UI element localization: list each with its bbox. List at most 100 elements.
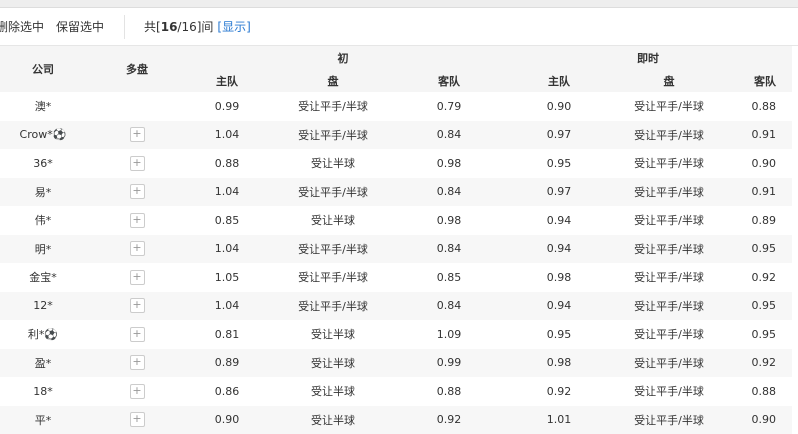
multi-cell: + (92, 149, 182, 178)
live-away-odds: 0.89 (724, 206, 792, 235)
live-line: 受让平手/半球 (614, 149, 724, 178)
initial-home-odds: 1.04 (182, 178, 272, 207)
table-row: 36*+0.88受让半球0.980.95受让平手/半球0.90 (0, 149, 792, 178)
header-live: 即时 (504, 46, 792, 69)
table-row: 金宝*+1.05受让平手/半球0.850.98受让平手/半球0.92 (0, 263, 792, 292)
multi-cell: + (92, 292, 182, 321)
live-line: 受让平手/半球 (614, 320, 724, 349)
delete-selected-button[interactable]: 删除选中 (0, 18, 44, 35)
live-line: 受让平手/半球 (614, 406, 724, 434)
initial-away-odds: 0.88 (394, 377, 504, 406)
multi-cell: + (92, 377, 182, 406)
live-line: 受让平手/半球 (614, 178, 724, 207)
table-row: 盈*+0.89受让半球0.990.98受让平手/半球0.92 (0, 349, 792, 378)
company-cell: 易* (0, 178, 92, 207)
initial-line: 受让平手/半球 (272, 178, 394, 207)
expand-plus-icon[interactable]: + (130, 184, 145, 199)
show-link[interactable]: [显示] (217, 18, 250, 35)
live-away-odds: 0.95 (724, 235, 792, 264)
live-away-odds: 0.88 (724, 377, 792, 406)
expand-plus-icon[interactable]: + (130, 412, 145, 427)
initial-home-odds: 1.04 (182, 235, 272, 264)
company-cell: 利*⚽ (0, 320, 92, 349)
header-initial: 初 (182, 46, 504, 69)
initial-home-odds: 0.86 (182, 377, 272, 406)
multi-cell: + (92, 349, 182, 378)
live-line: 受让平手/半球 (614, 292, 724, 321)
initial-line: 受让半球 (272, 206, 394, 235)
expand-plus-icon[interactable]: + (130, 241, 145, 256)
top-bar (0, 0, 798, 8)
expand-plus-icon[interactable]: + (130, 355, 145, 370)
initial-away-odds: 1.09 (394, 320, 504, 349)
initial-home-odds: 1.05 (182, 263, 272, 292)
live-home-odds: 0.94 (504, 292, 614, 321)
expand-plus-icon[interactable]: + (130, 327, 145, 342)
live-home-odds: 0.90 (504, 92, 614, 121)
header-company: 公司 (0, 46, 92, 92)
company-cell: 18* (0, 377, 92, 406)
company-cell: 伟* (0, 206, 92, 235)
live-line: 受让平手/半球 (614, 235, 724, 264)
initial-line: 受让半球 (272, 349, 394, 378)
company-cell: 12* (0, 292, 92, 321)
initial-home-odds: 0.99 (182, 92, 272, 121)
expand-plus-icon[interactable]: + (130, 156, 145, 171)
initial-away-odds: 0.98 (394, 149, 504, 178)
live-home-odds: 0.97 (504, 121, 614, 150)
expand-plus-icon[interactable]: + (130, 213, 145, 228)
company-cell: 36* (0, 149, 92, 178)
multi-cell: + (92, 235, 182, 264)
initial-line: 受让平手/半球 (272, 121, 394, 150)
live-line: 受让平手/半球 (614, 377, 724, 406)
initial-line: 受让平手/半球 (272, 92, 394, 121)
live-away-odds: 0.90 (724, 406, 792, 434)
live-away-odds: 0.95 (724, 292, 792, 321)
table-row: 利*⚽+0.81受让半球1.090.95受让平手/半球0.95 (0, 320, 792, 349)
initial-home-odds: 0.81 (182, 320, 272, 349)
initial-away-odds: 0.99 (394, 349, 504, 378)
live-away-odds: 0.92 (724, 349, 792, 378)
live-line: 受让平手/半球 (614, 206, 724, 235)
table-row: 伟*+0.85受让半球0.980.94受让平手/半球0.89 (0, 206, 792, 235)
divider (124, 15, 125, 39)
initial-line: 受让半球 (272, 320, 394, 349)
count-shown: 16 (161, 20, 178, 34)
company-count: 共[16/16]间 (144, 18, 213, 35)
multi-cell (92, 92, 182, 121)
live-home-odds: 0.94 (504, 235, 614, 264)
expand-plus-icon[interactable]: + (130, 298, 145, 313)
initial-line: 受让半球 (272, 377, 394, 406)
initial-line: 受让平手/半球 (272, 263, 394, 292)
expand-plus-icon[interactable]: + (130, 270, 145, 285)
initial-home-odds: 0.85 (182, 206, 272, 235)
expand-plus-icon[interactable]: + (130, 384, 145, 399)
live-home-odds: 0.92 (504, 377, 614, 406)
header-multi: 多盘 (92, 46, 182, 92)
live-away-odds: 0.91 (724, 121, 792, 150)
initial-away-odds: 0.84 (394, 121, 504, 150)
keep-selected-button[interactable]: 保留选中 (56, 18, 104, 35)
live-line: 受让平手/半球 (614, 121, 724, 150)
initial-home-odds: 1.04 (182, 292, 272, 321)
initial-home-odds: 0.88 (182, 149, 272, 178)
initial-away-odds: 0.92 (394, 406, 504, 434)
initial-away-odds: 0.98 (394, 206, 504, 235)
table-row: 18*+0.86受让半球0.880.92受让平手/半球0.88 (0, 377, 792, 406)
initial-away-odds: 0.85 (394, 263, 504, 292)
initial-home-odds: 0.90 (182, 406, 272, 434)
live-home-odds: 0.98 (504, 263, 614, 292)
table-row: 易*+1.04受让平手/半球0.840.97受让平手/半球0.91 (0, 178, 792, 207)
live-away-odds: 0.90 (724, 149, 792, 178)
company-cell: 金宝* (0, 263, 92, 292)
header-live-away: 客队 (724, 69, 792, 92)
initial-line: 受让平手/半球 (272, 292, 394, 321)
header-initial-line: 盘 (272, 69, 394, 92)
live-away-odds: 0.92 (724, 263, 792, 292)
expand-plus-icon[interactable]: + (130, 127, 145, 142)
table-row: 明*+1.04受让平手/半球0.840.94受让平手/半球0.95 (0, 235, 792, 264)
header-initial-home: 主队 (182, 69, 272, 92)
live-line: 受让平手/半球 (614, 92, 724, 121)
company-cell: 平* (0, 406, 92, 434)
live-home-odds: 0.98 (504, 349, 614, 378)
